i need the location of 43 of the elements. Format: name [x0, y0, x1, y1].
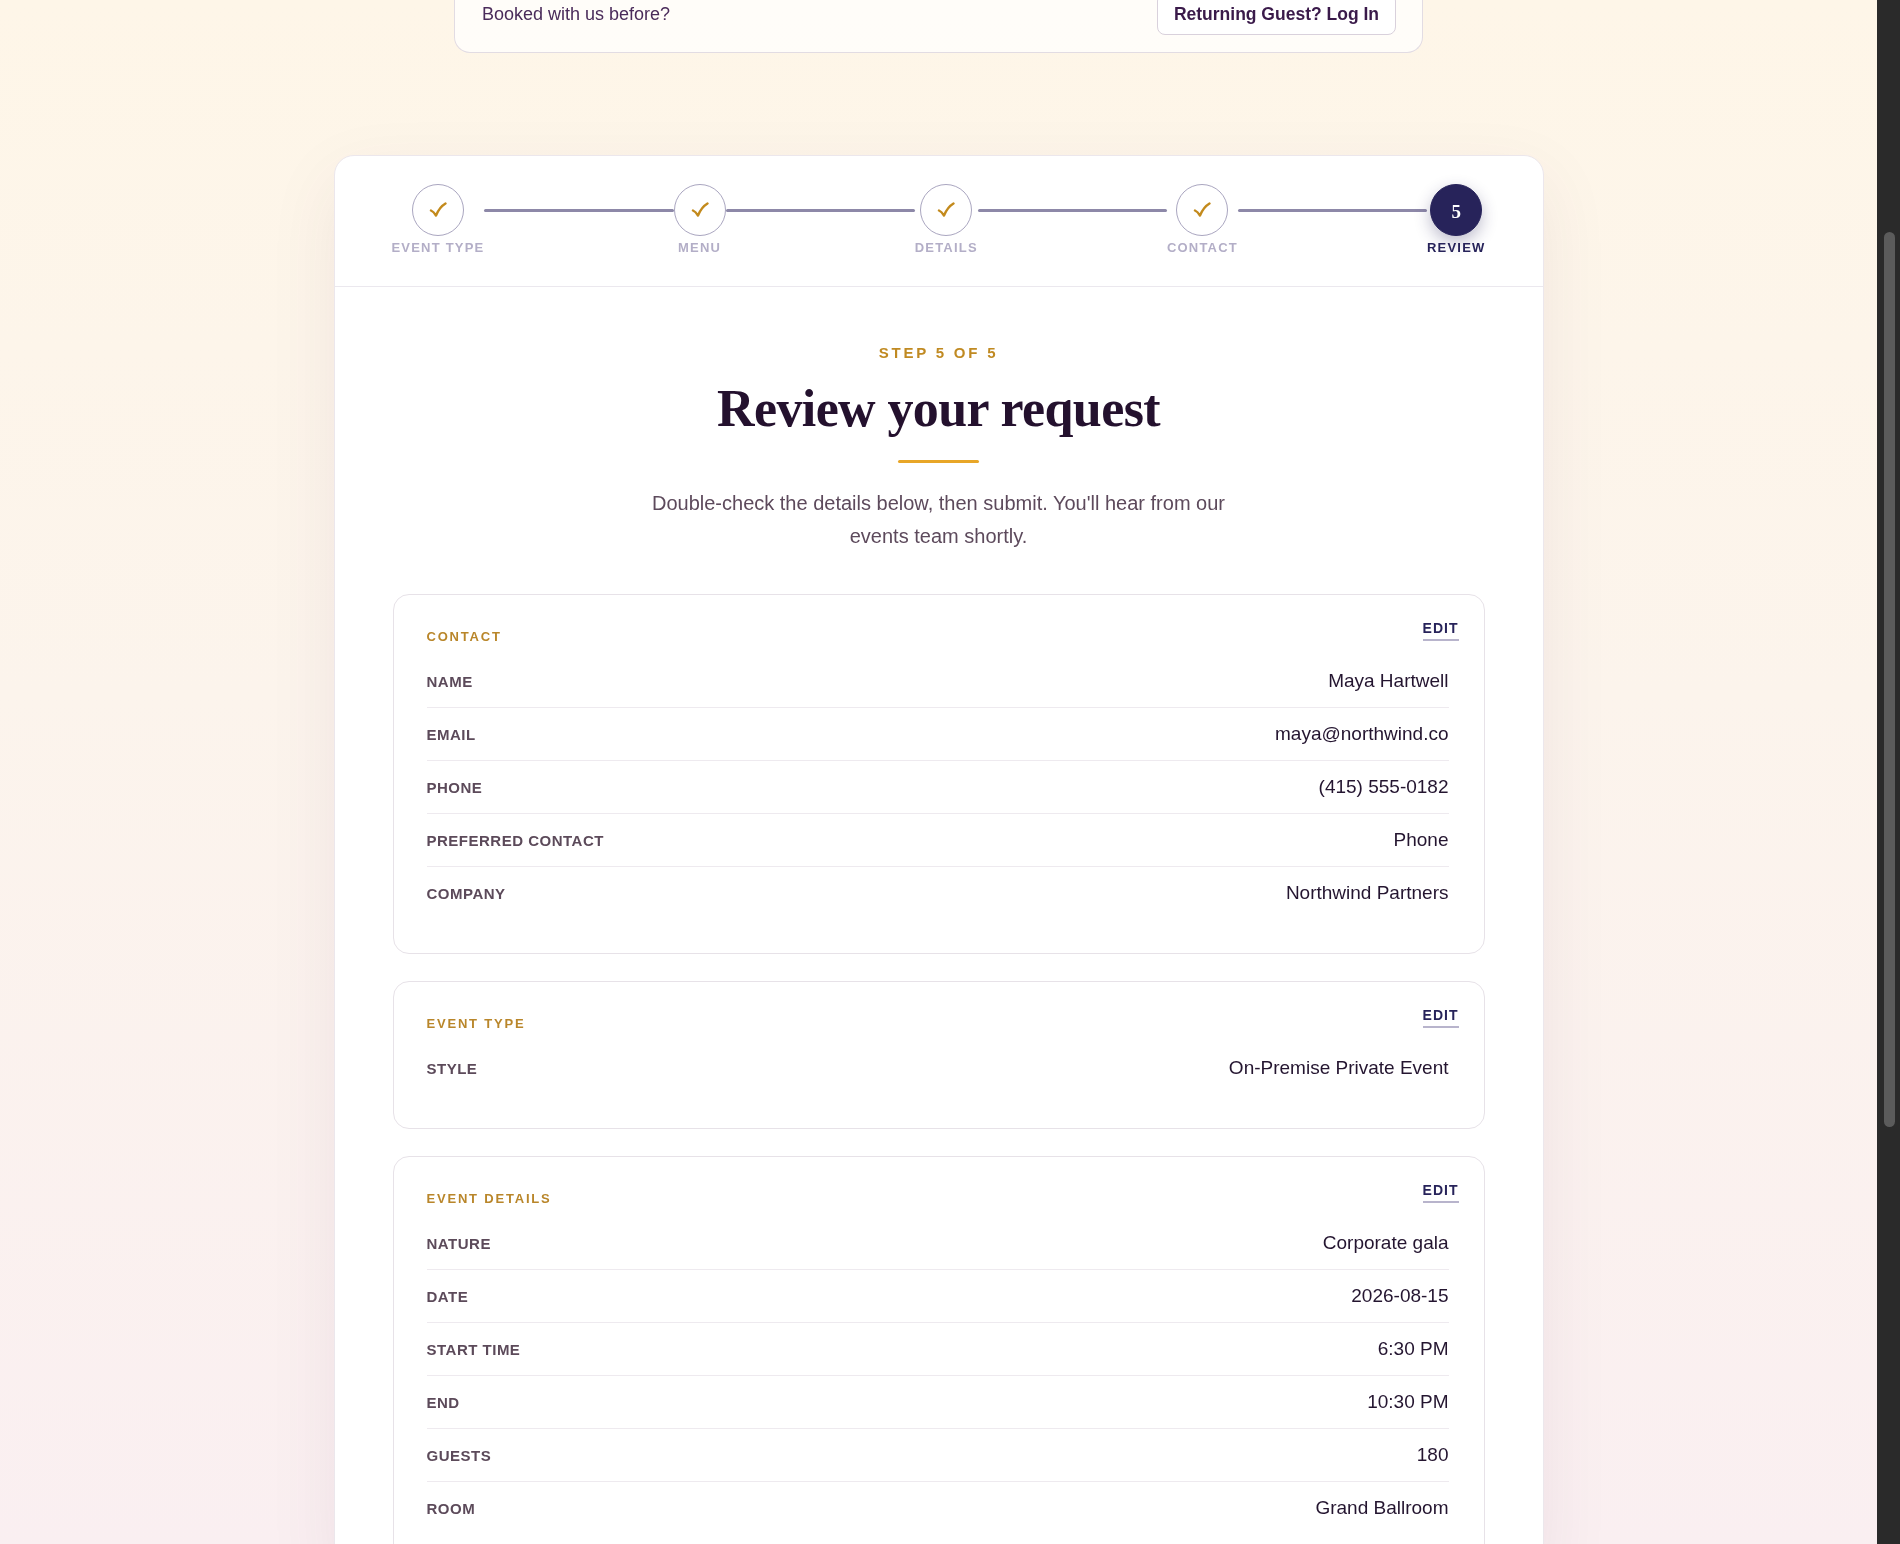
- step-label: MENU: [678, 240, 722, 256]
- field-label: GUESTS: [426, 1446, 492, 1466]
- step-label: CONTACT: [1166, 240, 1238, 256]
- field-value: On-Premise Private Event: [1228, 1056, 1449, 1079]
- field-value: Northwind Partners: [1285, 881, 1449, 904]
- field-value: Corporate gala: [1322, 1231, 1449, 1254]
- field-label: EMAIL: [426, 725, 476, 745]
- field-label: COMPANY: [426, 884, 506, 904]
- scrollbar[interactable]: [1877, 0, 1900, 1544]
- page-title: Review your request: [716, 379, 1161, 439]
- field-label: STYLE: [426, 1059, 478, 1079]
- field-value: Phone: [1393, 828, 1449, 851]
- field-value: 10:30 PM: [1367, 1390, 1449, 1413]
- field-label: NAME: [426, 672, 473, 692]
- banner-text: Booked with us before?: [482, 3, 671, 25]
- field-value: Grand Ballroom: [1315, 1496, 1449, 1519]
- field-label: START TIME: [426, 1340, 521, 1360]
- field-value: 2026-08-15: [1351, 1284, 1449, 1307]
- field-label: DATE: [426, 1287, 469, 1307]
- section-title: EVENT DETAILS: [426, 1190, 552, 1208]
- step-label: REVIEW: [1427, 240, 1486, 256]
- field-label: END: [426, 1393, 460, 1413]
- scrollbar-thumb[interactable]: [1883, 232, 1895, 1127]
- edit-link[interactable]: EDIT: [1422, 1181, 1459, 1203]
- edit-link[interactable]: EDIT: [1422, 619, 1459, 641]
- section-title: CONTACT: [426, 628, 502, 646]
- field-value: 6:30 PM: [1377, 1337, 1449, 1360]
- login-button[interactable]: Returning Guest? Log In: [1156, 0, 1396, 35]
- field-label: ROOM: [426, 1499, 476, 1519]
- step-label: DETAILS: [914, 240, 978, 256]
- field-value: maya@northwind.co: [1275, 722, 1449, 745]
- step-eyebrow: STEP 5 OF 5: [878, 344, 999, 362]
- section-title: EVENT TYPE: [426, 1015, 526, 1033]
- field-label: NATURE: [426, 1234, 491, 1254]
- field-value: Maya Hartwell: [1328, 669, 1449, 692]
- field-label: PREFERRED CONTACT: [426, 831, 604, 851]
- step-label: EVENT TYPE: [391, 240, 485, 256]
- field-value: 180: [1416, 1443, 1449, 1466]
- intro-text: Double-check the details below, then submit. You'll hear from our events team shortly.: [650, 491, 1226, 549]
- field-value: (415) 555-0182: [1318, 775, 1449, 798]
- edit-link[interactable]: EDIT: [1422, 1006, 1459, 1028]
- step-number: 5: [1430, 184, 1483, 236]
- field-label: PHONE: [426, 778, 483, 798]
